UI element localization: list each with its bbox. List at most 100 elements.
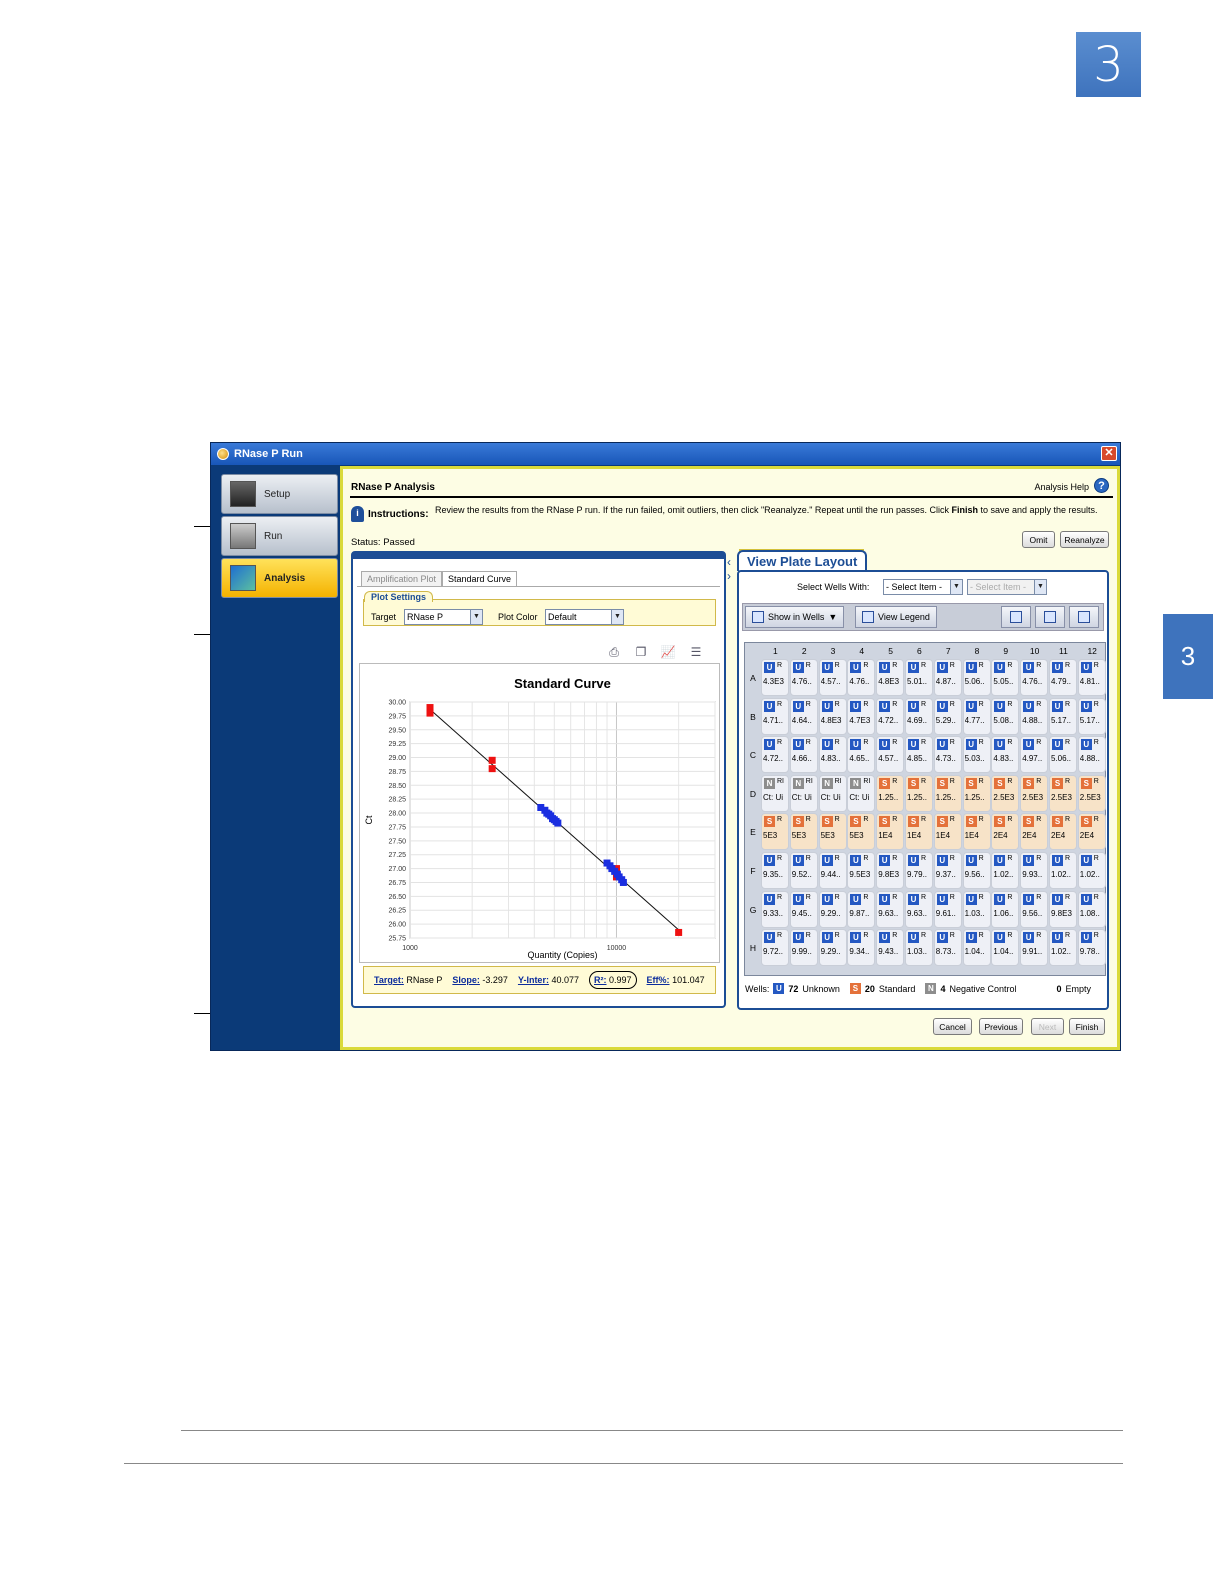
plate-well[interactable]: U R 9.61.. [933,890,962,928]
plate-well[interactable]: U R 4.76.. [1020,659,1049,696]
column-header[interactable]: 3 [819,646,848,656]
copy-icon[interactable]: ❐ [633,645,649,659]
plate-well[interactable]: N RI Ct: Ui [761,774,789,812]
plate-well[interactable]: U R 5.17.. [1049,697,1077,735]
row-header[interactable]: A [747,673,759,683]
plate-well[interactable]: U R 4.76.. [789,659,818,696]
plate-well[interactable]: U R 8.73.. [933,929,962,967]
result-yinter-label[interactable]: Y-Inter: [518,975,549,985]
plate-well[interactable]: U R 1.03.. [905,929,933,967]
tab-standard-curve[interactable]: Standard Curve [442,571,518,587]
result-target-label[interactable]: Target: [374,975,404,985]
column-header[interactable]: 5 [876,646,905,656]
row-header[interactable]: G [747,905,759,915]
column-header[interactable]: 8 [963,646,992,656]
plate-well[interactable]: S R 1.25.. [905,774,933,812]
result-eff-label[interactable]: Eff%: [647,975,670,985]
tab-view-plate-layout[interactable]: View Plate Layout [737,550,868,571]
plate-well[interactable]: U R 9.72.. [761,929,789,967]
plot-settings-label[interactable]: Plot Settings [364,591,434,602]
plate-well[interactable]: U R 9.43.. [876,929,905,967]
plate-well[interactable]: U R 4.8E3 [818,697,847,735]
plate-well[interactable]: U R 5.03.. [962,736,991,774]
plate-well[interactable]: U R 4.81.. [1077,659,1106,696]
plate-well[interactable]: U R 9.44.. [818,852,847,889]
plate-well[interactable]: S R 5E3 [761,813,789,851]
plate-well[interactable]: S R 1E4 [962,813,991,851]
plate-well[interactable]: U R 9.35.. [761,852,789,889]
row-header[interactable]: D [747,789,759,799]
column-header[interactable]: 2 [790,646,819,656]
plate-well[interactable]: S R 1.25.. [962,774,991,812]
chart-icon[interactable]: 📈 [660,645,676,659]
plot-color-select[interactable]: Default ▼ [545,609,624,625]
plate-well[interactable]: U R 9.33.. [761,890,789,928]
plate-well[interactable]: U R 9.8E3 [1049,890,1077,928]
column-header[interactable]: 11 [1049,646,1078,656]
plate-well[interactable]: S R 5E3 [818,813,847,851]
column-header[interactable]: 7 [934,646,963,656]
plate-well[interactable]: U R 1.06.. [991,890,1020,928]
print-icon[interactable]: ⎙ [606,645,622,659]
omit-button[interactable]: Omit [1022,531,1055,548]
plate-well[interactable]: S R 1E4 [876,813,905,851]
analysis-help-link[interactable]: Analysis Help [1034,482,1089,492]
plate-well[interactable]: U R 9.34.. [847,929,876,967]
plate-well[interactable]: U R 5.05.. [991,659,1020,696]
plate-well[interactable]: S R 5E3 [847,813,876,851]
plate-well[interactable]: U R 4.83.. [991,736,1020,774]
plate-well[interactable]: S R 1E4 [933,813,962,851]
plate-well[interactable]: U R 4.3E3 [761,659,789,696]
plate-well[interactable]: S R 1.25.. [933,774,962,812]
plate-well[interactable]: U R 1.08.. [1077,890,1106,928]
plate-well[interactable]: U R 1.02.. [1077,852,1106,889]
plate-well[interactable]: U R 4.85.. [905,736,933,774]
column-header[interactable]: 1 [761,646,790,656]
column-header[interactable]: 9 [991,646,1020,656]
plate-well[interactable]: U R 9.37.. [933,852,962,889]
nav-setup-button[interactable]: Setup [221,474,338,514]
plate-well[interactable]: U R 5.08.. [991,697,1020,735]
help-icon[interactable]: ? [1094,478,1109,493]
result-r2-label[interactable]: R²: [594,975,607,985]
plate-well[interactable]: U R 9.52.. [789,852,818,889]
tab-amplification-plot[interactable]: Amplification Plot [361,571,443,587]
plate-well[interactable]: U R 1.04.. [962,929,991,967]
plate-well[interactable]: U R 4.8E3 [876,659,905,696]
row-header[interactable]: E [747,827,759,837]
plate-well[interactable]: U R 9.45.. [789,890,818,928]
plate-well[interactable]: U R 4.76.. [847,659,876,696]
plate-well[interactable]: S R 2.5E3 [1049,774,1077,812]
plate-well[interactable]: U R 9.5E3 [847,852,876,889]
plate-well[interactable]: U R 4.69.. [905,697,933,735]
plate-well[interactable]: U R 9.56.. [1020,890,1049,928]
plate-well[interactable]: U R 9.79.. [905,852,933,889]
reanalyze-button[interactable]: Reanalyze [1060,531,1109,548]
plate-well[interactable]: U R 4.7E3 [847,697,876,735]
plate-well[interactable]: U R 9.63.. [905,890,933,928]
plate-well[interactable]: U R 4.88.. [1077,736,1106,774]
plate-well[interactable]: U R 9.8E3 [876,852,905,889]
plate-well[interactable]: U R 4.97.. [1020,736,1049,774]
row-header[interactable]: H [747,943,759,953]
plate-well[interactable]: U R 5.29.. [933,697,962,735]
list-icon[interactable]: ☰ [688,645,704,659]
plate-well[interactable]: U R 4.73.. [933,736,962,774]
select-wells-dropdown-1[interactable]: - Select Item - ▼ [883,579,963,595]
plate-well[interactable]: U R 1.04.. [991,929,1020,967]
plate-well[interactable]: U R 4.72.. [876,697,905,735]
plate-well[interactable]: N RI Ct: Ui [847,774,876,812]
plate-well[interactable]: U R 9.99.. [789,929,818,967]
plate-well[interactable]: U R 9.87.. [847,890,876,928]
plate-well[interactable]: U R 4.57.. [876,736,905,774]
plate-well[interactable]: U R 9.63.. [876,890,905,928]
nav-analysis-button[interactable]: Analysis [221,558,338,598]
next-button[interactable]: Next [1031,1018,1064,1035]
zoom-in-button[interactable] [1001,606,1031,628]
plate-well[interactable]: S R 2E4 [1020,813,1049,851]
column-header[interactable]: 12 [1078,646,1107,656]
plate-well[interactable]: S R 2.5E3 [1077,774,1106,812]
plate-well[interactable]: U R 4.66.. [789,736,818,774]
plate-well[interactable]: U R 1.02.. [1049,852,1077,889]
plate-well[interactable]: S R 5E3 [789,813,818,851]
